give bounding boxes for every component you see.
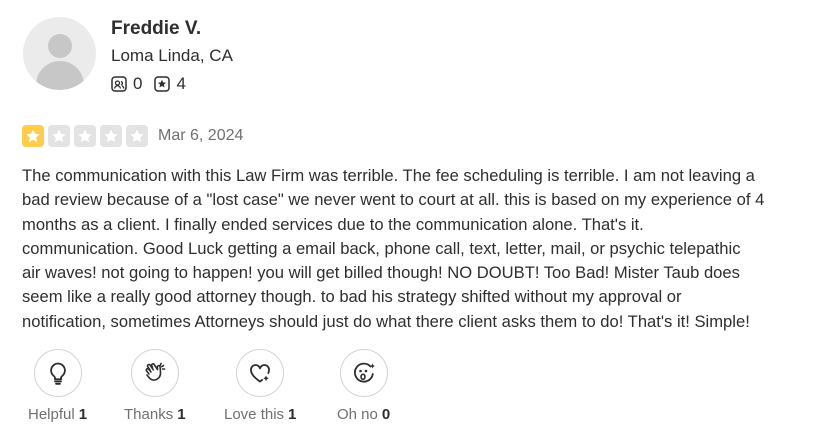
review-date: Mar 6, 2024 <box>158 127 244 144</box>
lightbulb-icon <box>49 362 66 385</box>
love-this-reaction[interactable]: Love this 1 <box>224 349 296 423</box>
reviews-star-icon <box>154 76 171 92</box>
thanks-reaction[interactable]: Thanks 1 <box>124 349 186 423</box>
review-line: notification, sometimes Attorneys should… <box>22 311 750 331</box>
thanks-count: 1 <box>177 406 186 423</box>
reviews-count: 4 <box>176 74 186 93</box>
thanks-text: Thanks <box>124 406 174 423</box>
star-empty-icon <box>74 125 96 147</box>
user-name[interactable]: Freddie V. <box>111 18 201 40</box>
review-line: bad review because of a "lost case" we n… <box>22 190 765 210</box>
user-stats: 0 4 <box>111 74 198 94</box>
avatar-body <box>36 61 84 90</box>
star-empty-icon <box>100 125 122 147</box>
review-line: air waves! not going to happen! you will… <box>22 263 740 283</box>
friends-icon <box>111 76 127 92</box>
user-location: Loma Linda, CA <box>111 46 233 65</box>
heart-sparkle-icon <box>250 364 271 383</box>
star-empty-icon <box>48 125 70 147</box>
thanks-button[interactable] <box>130 349 179 397</box>
oh-no-button[interactable] <box>339 349 388 397</box>
review-line: seem like a really good attorney though.… <box>22 287 682 307</box>
oh-no-reaction[interactable]: Oh no 0 <box>337 349 390 423</box>
oh-no-label: Oh no 0 <box>337 406 390 423</box>
star-empty-icon <box>126 125 148 147</box>
love-this-text: Love this <box>224 406 285 423</box>
star-filled-icon <box>22 125 44 147</box>
reaction-bar: Helpful 1 Thanks 1 Love this 1 Oh no 0 <box>0 349 836 435</box>
avatar[interactable] <box>23 17 96 90</box>
love-this-count: 1 <box>288 406 297 423</box>
oh-no-count: 0 <box>381 406 391 423</box>
clapping-hands-icon <box>145 362 166 381</box>
helpful-button[interactable] <box>33 349 82 397</box>
review-line: communication. Good Luck getting a email… <box>22 238 741 258</box>
review-text: The communication with this Law Firm was… <box>22 164 812 334</box>
review-line: months as a client. I finally ended serv… <box>22 214 644 234</box>
avatar-head <box>48 34 72 58</box>
helpful-label: Helpful 1 <box>28 406 87 423</box>
friends-count: 0 <box>133 74 143 93</box>
oh-no-text: Oh no <box>337 406 378 423</box>
review-card: Freddie V. Loma Linda, CA 0 4 Mar 6, 202… <box>0 0 836 435</box>
helpful-reaction[interactable]: Helpful 1 <box>28 349 87 423</box>
stars <box>22 125 152 147</box>
helpful-text: Helpful <box>28 406 75 423</box>
review-line: The communication with this Law Firm was… <box>22 166 755 185</box>
thanks-label: Thanks 1 <box>124 406 186 423</box>
love-this-button[interactable] <box>236 349 285 397</box>
love-this-label: Love this 1 <box>224 406 296 423</box>
surprised-face-icon <box>353 362 375 383</box>
helpful-count: 1 <box>78 406 88 423</box>
star-rating: Mar 6, 2024 <box>22 125 243 147</box>
